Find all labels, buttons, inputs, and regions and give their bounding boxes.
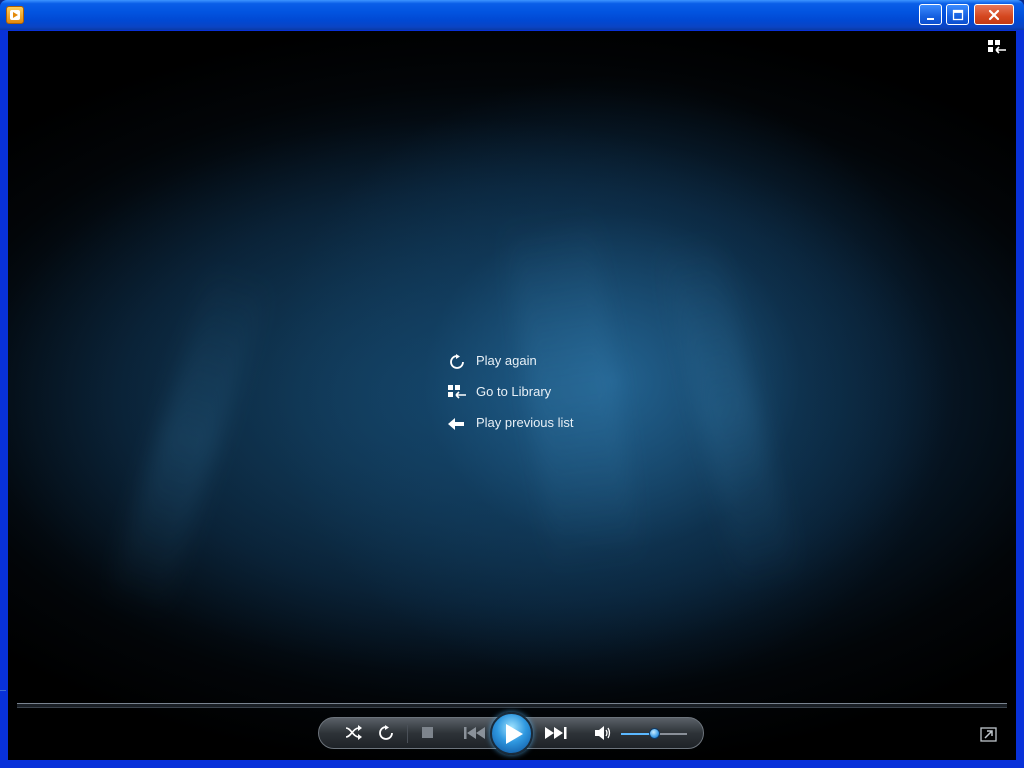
volume-thumb[interactable] (649, 728, 660, 739)
go-to-library-label: Go to Library (476, 384, 552, 399)
speaker-icon (595, 726, 611, 740)
repeat-icon (379, 725, 393, 740)
minimize-icon (927, 18, 934, 20)
media-player-app-icon[interactable] (6, 6, 24, 24)
window-edge-marker (0, 690, 6, 691)
seek-bar[interactable] (17, 703, 1007, 708)
visual-beam (103, 260, 273, 622)
title-bar[interactable] (0, 0, 1024, 30)
close-icon (988, 9, 1000, 21)
repeat-button[interactable] (373, 718, 399, 748)
close-button[interactable] (974, 4, 1014, 25)
switch-to-library-icon (988, 40, 1006, 54)
stop-icon (422, 727, 433, 738)
previous-button[interactable] (455, 718, 495, 748)
next-button[interactable] (541, 718, 581, 748)
minimize-button[interactable] (919, 4, 942, 25)
go-to-library-item[interactable]: Go to Library (448, 382, 608, 404)
visual-beam (655, 229, 801, 593)
shuffle-icon (345, 725, 362, 740)
now-playing-area: Play again Go to Library Play previous l… (8, 31, 1016, 760)
play-button[interactable] (490, 712, 533, 755)
back-arrow-icon (448, 416, 466, 432)
play-again-item[interactable]: Play again (448, 351, 608, 373)
stop-button[interactable] (415, 718, 441, 748)
mute-button[interactable] (591, 718, 617, 748)
maximize-button[interactable] (946, 4, 969, 25)
library-icon (448, 385, 466, 401)
play-previous-list-label: Play previous list (476, 415, 574, 430)
volume-slider[interactable] (621, 728, 687, 739)
switch-to-library-button[interactable] (987, 39, 1007, 57)
replay-icon (448, 354, 466, 370)
play-icon (506, 724, 523, 744)
play-again-label: Play again (476, 353, 537, 368)
next-icon (545, 727, 567, 739)
play-previous-list-item[interactable]: Play previous list (448, 413, 608, 435)
switch-to-now-playing-icon (980, 727, 997, 742)
switch-to-now-playing-button[interactable] (980, 727, 998, 743)
shuffle-button[interactable] (341, 718, 367, 748)
media-player-window: Play again Go to Library Play previous l… (0, 0, 1024, 768)
previous-icon (464, 727, 485, 739)
toolbar-divider (407, 725, 408, 743)
maximize-icon (952, 9, 964, 21)
